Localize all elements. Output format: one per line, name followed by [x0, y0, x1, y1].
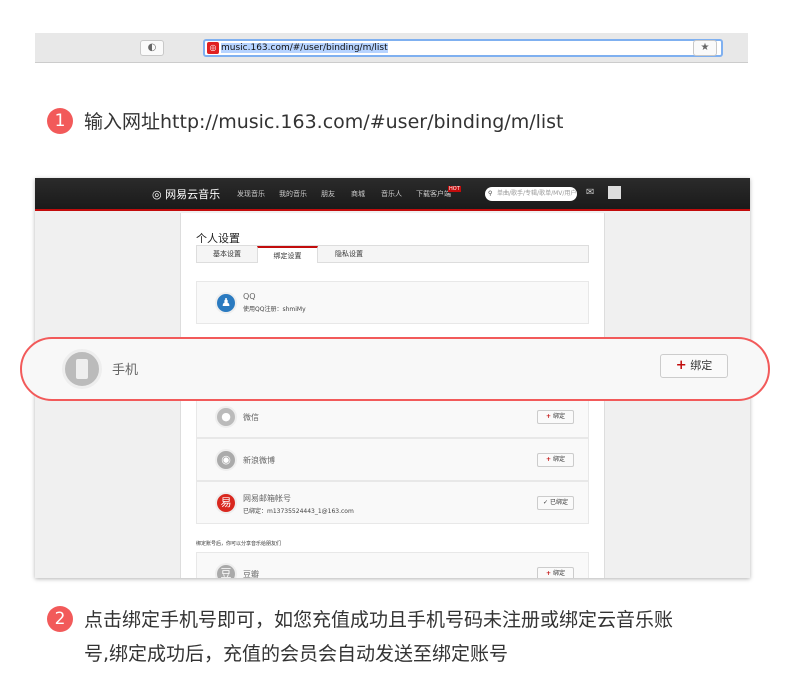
wechat-name: 微信: [243, 413, 259, 422]
search-placeholder: 单曲/歌手/专辑/歌单/MV/用户: [497, 190, 577, 197]
binding-phone-highlight: 手机 + 绑定: [20, 337, 770, 401]
netease-favicon-icon: ◎: [207, 42, 219, 54]
wechat-icon: ●: [215, 406, 237, 428]
hot-badge: HOT: [448, 186, 461, 192]
qq-icon: ♟: [215, 292, 237, 314]
logo-icon: ◎: [152, 188, 162, 201]
bind-douban-button[interactable]: + 绑定: [537, 567, 574, 578]
weibo-name: 新浪微博: [243, 456, 275, 465]
binding-note: 绑定账号后，你可以分享音乐给朋友们: [196, 541, 282, 547]
binding-douban: 豆 豆瓣 + 绑定: [196, 552, 589, 578]
mail-icon[interactable]: ✉: [586, 187, 594, 198]
qq-name: QQ: [243, 292, 256, 301]
url-text: music.163.com/#/user/binding/m/list: [221, 43, 388, 53]
step-2-text-line2: 号,绑定成功后，充值的会员会自动发送至绑定账号: [84, 643, 509, 665]
step-1-text: 输入网址http://music.163.com/#user/binding/m…: [84, 111, 564, 133]
search-input[interactable]: ⚲ 单曲/歌手/专辑/歌单/MV/用户: [485, 187, 577, 201]
step-badge: 2: [47, 606, 73, 632]
browser-toolbar: ◐ ◎ music.163.com/#/user/binding/m/list …: [35, 33, 748, 63]
tab-binding[interactable]: 绑定设置: [257, 246, 318, 263]
nav-musician[interactable]: 音乐人: [381, 189, 402, 199]
nav-my-music[interactable]: 我的音乐: [279, 189, 307, 199]
bind-phone-button[interactable]: + 绑定: [660, 354, 728, 378]
site-logo[interactable]: ◎ 网易云音乐: [152, 186, 220, 202]
netease-mail-icon: 易: [215, 492, 237, 514]
nav-discover[interactable]: 发现音乐: [237, 189, 265, 199]
douban-name: 豆瓣: [243, 570, 259, 578]
bookmark-button[interactable]: ★: [693, 40, 717, 56]
tab-privacy[interactable]: 隐私设置: [318, 246, 380, 263]
avatar[interactable]: [608, 186, 621, 199]
step-badge: 1: [47, 108, 73, 134]
logo-text: 网易云音乐: [165, 188, 221, 201]
weibo-icon: ◉: [215, 449, 237, 471]
search-icon: ⚲: [488, 190, 493, 197]
nav-download[interactable]: 下载客户端: [416, 189, 451, 199]
phone-icon: [62, 349, 102, 389]
netease-name: 网易邮箱帐号: [243, 494, 291, 503]
extension-button[interactable]: ◐: [140, 40, 164, 56]
address-bar[interactable]: ◎ music.163.com/#/user/binding/m/list ↻: [203, 39, 723, 57]
nav-store[interactable]: 商城: [351, 189, 365, 199]
bound-netease-button[interactable]: ✓ 已绑定: [537, 496, 574, 510]
binding-netease: 易 网易邮箱帐号 已绑定：m13735524443_1@163.com ✓ 已绑…: [196, 481, 589, 524]
step-2-text-line1: 点击绑定手机号即可，如您充值成功且手机号码未注册或绑定云音乐账: [84, 609, 674, 631]
netease-sub: 已绑定：m13735524443_1@163.com: [243, 508, 354, 515]
top-nav: ◎ 网易云音乐 发现音乐 我的音乐 朋友 商城 音乐人 下载客户端 HOT ⚲ 单…: [35, 178, 750, 211]
douban-icon: 豆: [215, 563, 237, 578]
bind-weibo-button[interactable]: + 绑定: [537, 453, 574, 467]
settings-tabs: 基本设置 绑定设置 隐私设置: [196, 245, 589, 263]
binding-wechat: ● 微信 + 绑定: [196, 395, 589, 438]
phone-name: 手机: [112, 363, 139, 378]
page-title: 个人设置: [196, 232, 240, 245]
binding-weibo: ◉ 新浪微博 + 绑定: [196, 438, 589, 481]
binding-qq: ♟ QQ 使用QQ注册：shmiMy: [196, 281, 589, 324]
bind-wechat-button[interactable]: + 绑定: [537, 410, 574, 424]
tab-basic[interactable]: 基本设置: [197, 246, 257, 263]
nav-friends[interactable]: 朋友: [321, 189, 335, 199]
qq-sub: 使用QQ注册：shmiMy: [243, 306, 306, 313]
